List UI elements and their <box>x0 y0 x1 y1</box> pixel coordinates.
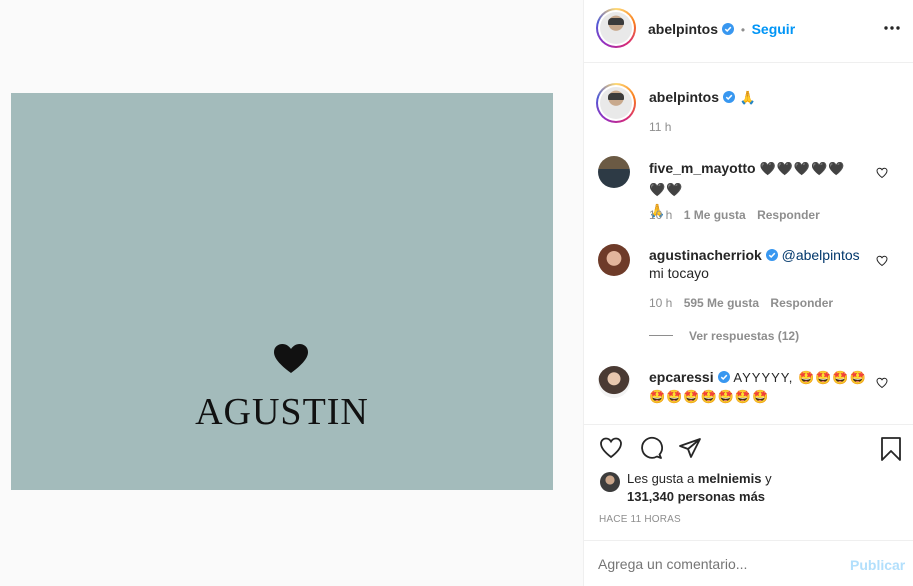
verified-badge-icon <box>722 23 735 35</box>
likes-count[interactable]: 131,340 personas más <box>627 489 765 504</box>
like-heart-icon[interactable] <box>598 436 624 460</box>
likes-conj: y <box>765 471 772 486</box>
author-username[interactable]: abelpintos <box>648 21 718 37</box>
comment-avatar[interactable] <box>598 366 630 398</box>
comment-avatar[interactable] <box>598 156 630 188</box>
caption-username[interactable]: abelpintos <box>649 89 719 105</box>
verified-badge-icon <box>765 249 778 261</box>
post-header: abelpintos • Seguir <box>584 0 913 63</box>
comment-like-heart-icon[interactable] <box>876 255 888 267</box>
post-timestamp[interactable]: HACE 11 HORAS <box>599 514 681 525</box>
likes-summary: Les gusta a melniemis y 131,340 personas… <box>627 470 847 506</box>
comment-like-heart-icon[interactable] <box>876 167 888 179</box>
comment-meta: 10 h 595 Me gusta Responder <box>649 296 833 310</box>
add-comment-divider <box>584 540 913 541</box>
comment: epcaressi AYYYYY, 🤩🤩🤩🤩 🤩🤩🤩🤩🤩🤩🤩 <box>649 368 879 406</box>
publish-button[interactable]: Publicar <box>850 557 905 573</box>
comment-mention[interactable]: @abelpintos <box>782 247 860 263</box>
comment: agustinacherriok @abelpintos mi tocayo <box>649 246 869 282</box>
comment-username[interactable]: five_m_mayotto <box>649 160 756 176</box>
caption-time[interactable]: 11 h <box>649 120 671 134</box>
more-horizontal-icon[interactable] <box>884 25 900 31</box>
header-user: abelpintos • Seguir <box>648 21 795 39</box>
comment-username[interactable]: epcaressi <box>649 369 714 385</box>
likes-prefix: Les gusta a <box>627 471 695 486</box>
author-avatar[interactable] <box>596 8 636 48</box>
comment-text: mi tocayo <box>649 265 709 281</box>
heart-icon <box>274 344 308 373</box>
comment-likes[interactable]: 595 Me gusta <box>684 296 759 310</box>
comment-like-heart-icon[interactable] <box>876 377 888 389</box>
liker-avatar[interactable] <box>600 472 620 492</box>
post-image-word: AGUSTIN <box>195 391 369 433</box>
header-separator: • <box>740 23 746 37</box>
post-media-panel: AGUSTIN <box>0 0 583 586</box>
caption-text: 🙏 <box>739 90 758 105</box>
comment-time[interactable]: 10 h <box>649 296 672 310</box>
reply-button[interactable]: Responder <box>770 296 833 310</box>
caption-avatar[interactable] <box>596 83 636 123</box>
reply-button[interactable]: Responder <box>757 208 820 222</box>
liker-username[interactable]: melniemis <box>698 471 762 486</box>
actions-divider <box>584 424 913 425</box>
verified-badge-icon <box>723 91 736 103</box>
view-replies-label: Ver respuestas (12) <box>689 329 800 343</box>
post-image[interactable]: AGUSTIN <box>11 93 553 490</box>
comment-username[interactable]: agustinacherriok <box>649 247 762 263</box>
save-bookmark-icon[interactable] <box>880 436 902 462</box>
view-replies-line <box>649 335 673 336</box>
follow-button[interactable]: Seguir <box>752 21 796 37</box>
comment-time[interactable]: 10 h <box>649 208 672 222</box>
verified-badge-icon <box>717 371 730 383</box>
comment-text: AYYYYY, 🤩🤩🤩🤩 <box>733 370 867 385</box>
view-replies-button[interactable]: Ver respuestas (12) <box>689 329 799 343</box>
caption-line: abelpintos 🙏 <box>649 89 757 107</box>
comment-bubble-icon[interactable] <box>638 436 664 460</box>
post-sidebar: abelpintos • Seguir abelpintos 🙏 11 h fi… <box>584 0 913 586</box>
share-paper-plane-icon[interactable] <box>678 436 702 460</box>
comment-likes[interactable]: 1 Me gusta <box>684 208 746 222</box>
comment-input[interactable] <box>598 552 828 576</box>
comment-meta: 10 h 1 Me gusta Responder <box>649 208 820 222</box>
comment-avatar[interactable] <box>598 244 630 276</box>
comment-text-line2: 🤩🤩🤩🤩🤩🤩🤩 <box>649 389 770 404</box>
